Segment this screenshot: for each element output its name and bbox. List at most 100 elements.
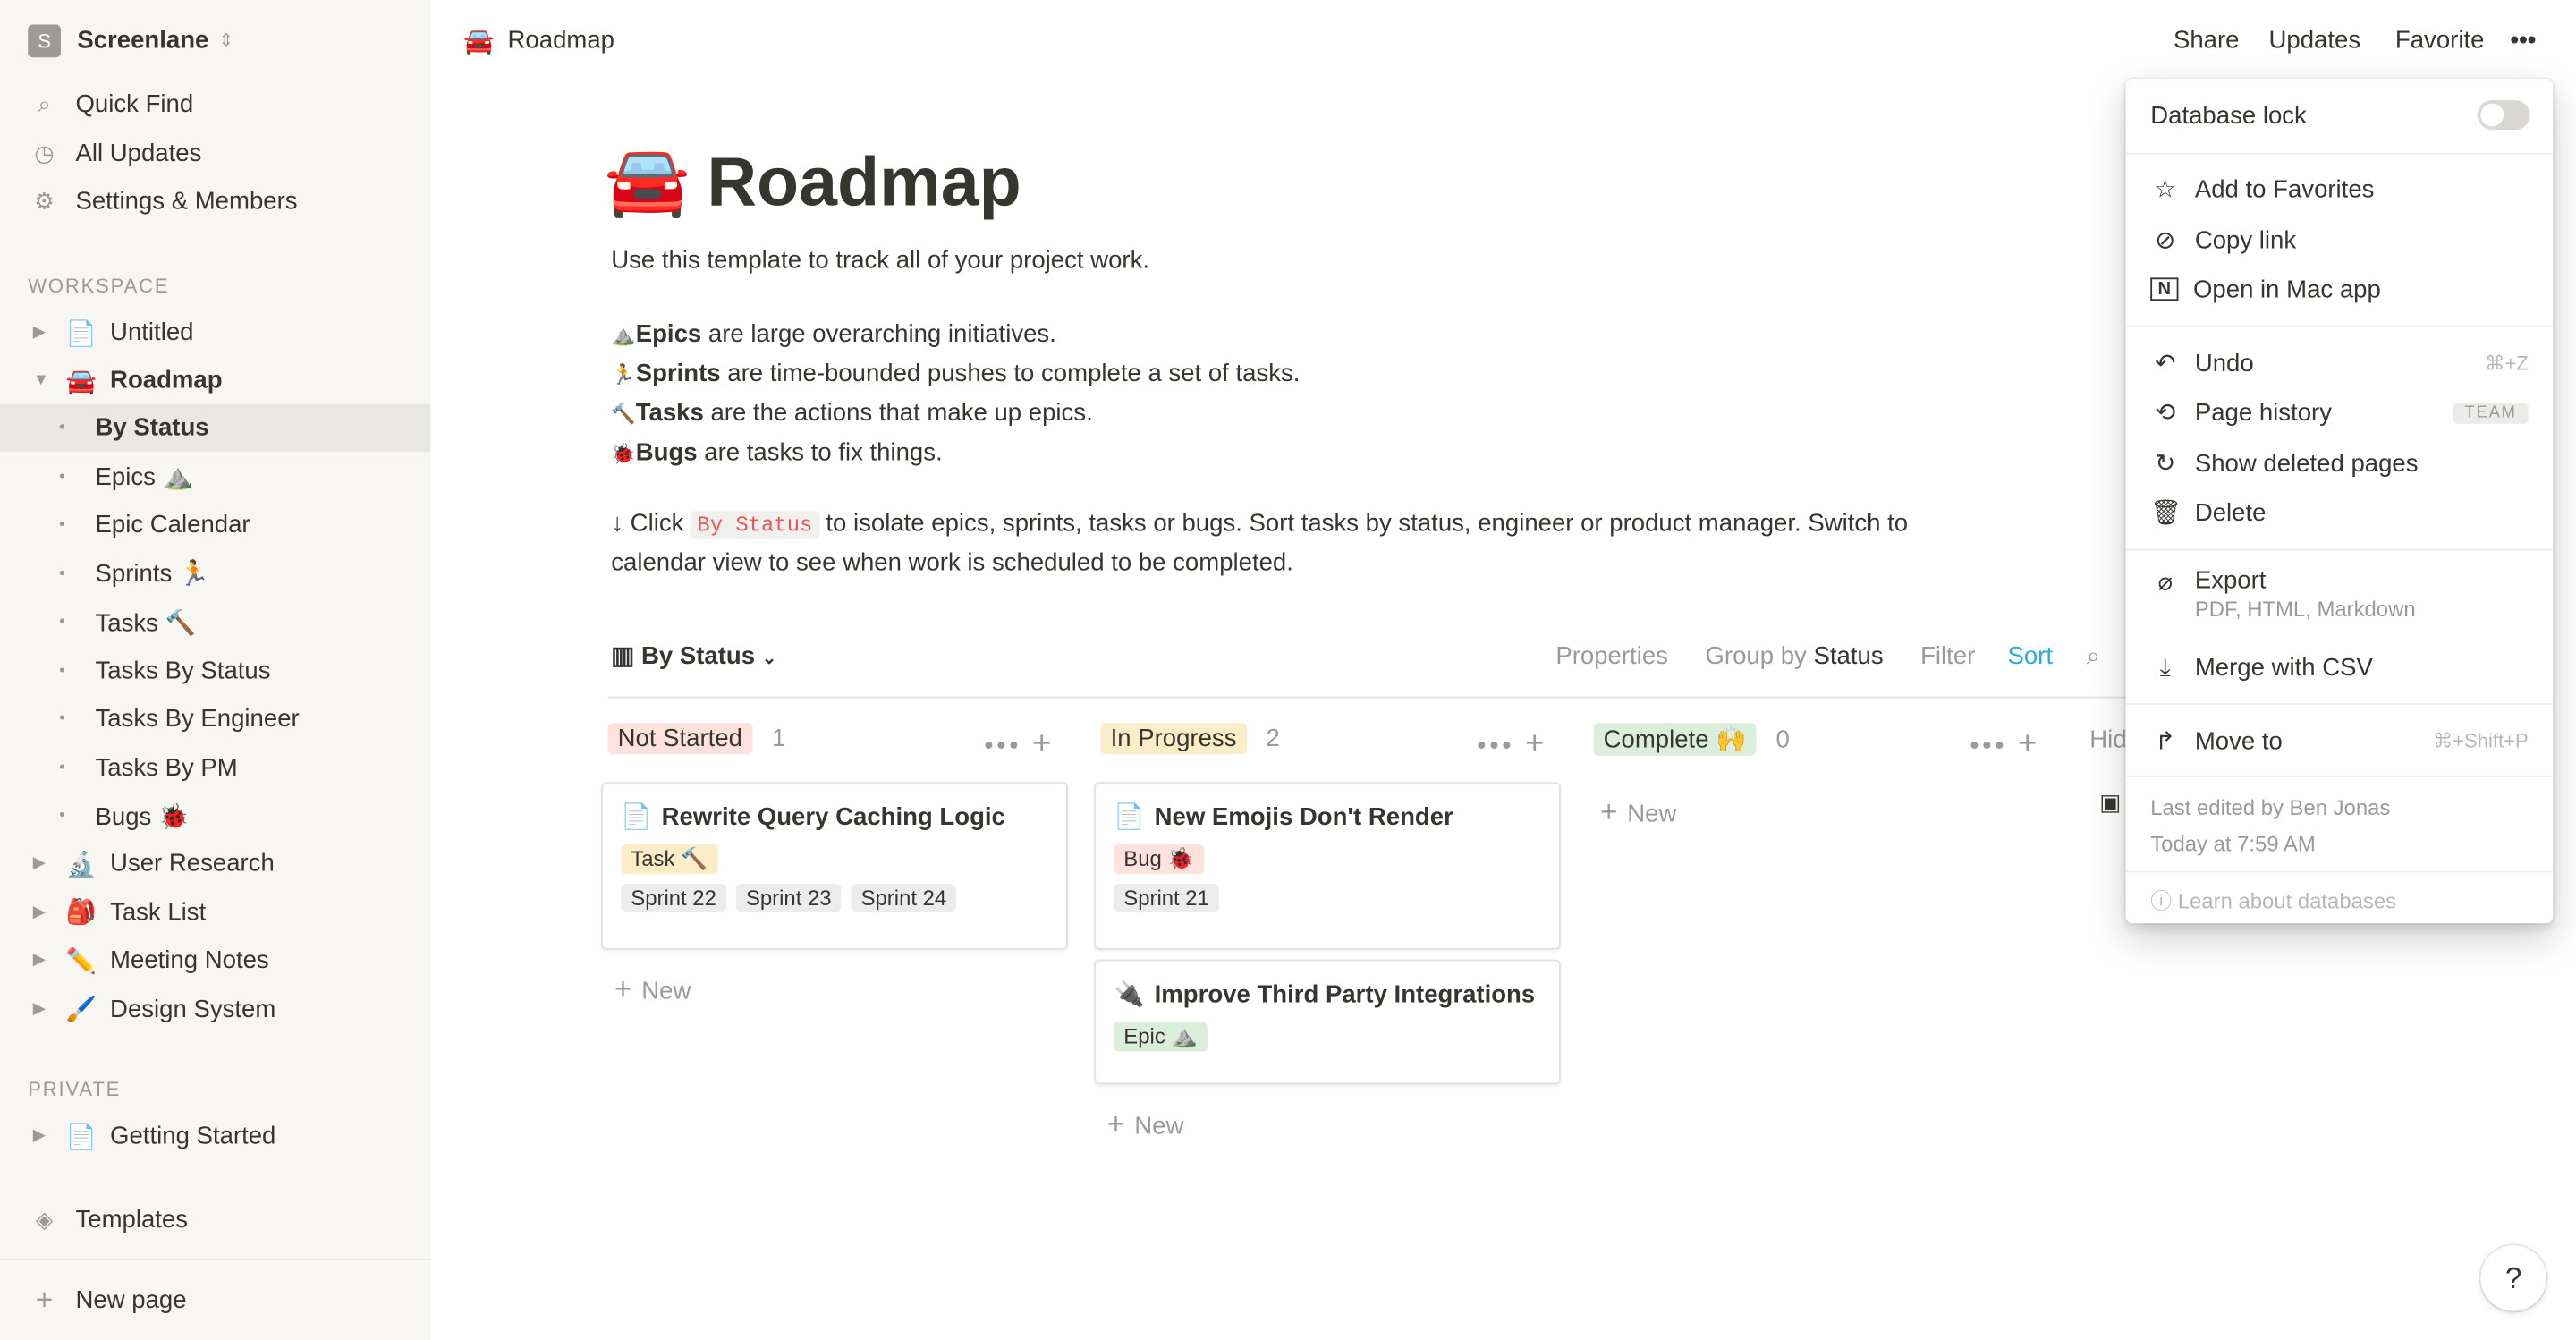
type-tag: Bug 🐞 (1114, 844, 1205, 875)
car-icon: 🚘 (604, 140, 691, 219)
label: New (1627, 800, 1677, 828)
status-tag[interactable]: Not Started (607, 723, 752, 755)
search-icon: ⌕ (38, 90, 51, 117)
menu-add-favorites[interactable]: ☆ Add to Favorites (2150, 169, 2528, 208)
updates-button[interactable]: Updates (2268, 26, 2360, 54)
hidden-columns-label[interactable]: Hid (2089, 726, 2126, 754)
board-column: Not Started 1 ••• + 📄 Rewrite Query Caching … (601, 723, 1075, 1005)
page-title[interactable]: 🚘 Roadmap (605, 141, 1021, 222)
expand-icon[interactable]: ▶ (33, 1127, 56, 1145)
clock-icon: ◷ (34, 140, 55, 166)
sidebar-item-all-updates[interactable]: ◷ All Updates (0, 130, 460, 177)
more-icon[interactable]: ••• (2510, 26, 2536, 54)
board-card[interactable]: 🔌 Improve Third Party Integrations Epic ⛰️ (1094, 959, 1561, 1085)
properties-button[interactable]: Properties (1555, 642, 1668, 670)
last-edited-info: Last edited by Ben Jonas Today at 7:59 AM (2150, 790, 2390, 862)
menu-show-deleted[interactable]: ↻ Show deleted pages (2150, 444, 2528, 483)
expand-icon[interactable]: ▶ (33, 903, 56, 920)
new-page-button[interactable]: + New page (0, 1276, 460, 1324)
menu-undo[interactable]: ↶ Undo ⌘+Z (2150, 343, 2528, 383)
label: Move to (2194, 726, 2283, 755)
sidebar-subpage[interactable]: • Epics ⛰️ (0, 453, 430, 500)
menu-copy-link[interactable]: ⊘ Copy link (2150, 220, 2528, 259)
menu-open-mac[interactable]: N Open in Mac app (2150, 269, 2528, 309)
label: New page (75, 1286, 187, 1315)
filter-button[interactable]: Filter (1920, 642, 1975, 670)
menu-merge-csv[interactable]: ⤓ Merge with CSV (2150, 648, 2528, 687)
expand-icon[interactable]: ▶ (33, 854, 56, 872)
title-text: Roadmap (707, 141, 1021, 220)
topbar: 🚘 Roadmap Share Updates Favorite ••• (430, 0, 2576, 82)
column-count: 1 (772, 724, 786, 753)
breadcrumb[interactable]: Roadmap (508, 26, 614, 54)
label: Database lock (2150, 100, 2307, 130)
plus-icon[interactable]: + (1525, 726, 1547, 762)
new-card-button[interactable]: + New (1107, 1107, 1183, 1142)
favorite-button[interactable]: Favorite (2395, 26, 2485, 54)
workspace-switcher[interactable]: S Screenlane ⇕ (0, 16, 430, 64)
column-actions[interactable]: ••• + (1477, 726, 1547, 764)
database-lock-toggle[interactable] (2477, 100, 2530, 131)
text: Today at 7:59 AM (2150, 831, 2316, 856)
plus-icon[interactable]: + (1032, 726, 1055, 762)
new-card-button[interactable]: + New (1600, 795, 1676, 830)
sidebar-page-untitled[interactable]: ▶ 📄 Untitled (0, 309, 430, 356)
menu-page-history[interactable]: ⟲ Page history TEAM (2150, 393, 2529, 432)
page-icon: 📄 (621, 803, 652, 832)
sidebar-subpage[interactable]: • Sprints 🏃 (0, 549, 430, 597)
bullet-icon: • (59, 806, 65, 826)
status-tag[interactable]: In Progress (1100, 723, 1247, 755)
label: Epics ⛰️ (95, 462, 193, 492)
sidebar-subpage[interactable]: • Tasks 🔨 (0, 598, 430, 646)
search-icon[interactable]: ⌕ (2087, 642, 2100, 670)
more-icon[interactable]: ••• (984, 733, 1021, 760)
definition-line: 🏃Sprints are time-bounded pushes to comp… (611, 355, 1300, 394)
more-icon[interactable]: ••• (1970, 733, 2007, 760)
expand-icon[interactable]: ▶ (33, 324, 56, 342)
more-icon[interactable]: ••• (1477, 733, 1514, 760)
text: are the actions that make up epics. (703, 399, 1093, 428)
inline-code: By Status (691, 511, 819, 539)
sidebar-subpage[interactable]: • Tasks By Status (0, 647, 430, 694)
column-actions[interactable]: ••• + (984, 726, 1055, 764)
gear-icon: ⚙ (34, 187, 55, 214)
sidebar-page[interactable]: ▶ ✏️ Meeting Notes (0, 937, 430, 984)
sidebar-page[interactable]: ▶ 🎒 Task List (0, 888, 430, 936)
sidebar-subpage[interactable]: • Tasks By Engineer (0, 695, 430, 742)
sidebar-page[interactable]: ▶ 🔬 User Research (0, 840, 430, 887)
menu-database-lock[interactable]: Database lock (2150, 96, 2528, 135)
plus-icon[interactable]: + (2018, 726, 2040, 762)
column-actions[interactable]: ••• + (1970, 726, 2040, 764)
sidebar-subpage[interactable]: • Epic Calendar (0, 501, 430, 548)
page-icon: 🖌️ (65, 996, 97, 1024)
board-card[interactable]: 📄 Rewrite Query Caching Logic Task 🔨 Sprint… (601, 782, 1068, 950)
sidebar-page-getting-started[interactable]: ▶ 📄 Getting Started (0, 1112, 430, 1159)
sort-button[interactable]: Sort (2007, 642, 2053, 670)
collapse-icon[interactable]: ▼ (33, 371, 56, 389)
sidebar-item-settings[interactable]: ⚙ Settings & Members (0, 177, 460, 225)
help-button[interactable]: ? (2480, 1245, 2546, 1311)
new-card-button[interactable]: + New (614, 972, 691, 1007)
sidebar-subpage[interactable]: • By Status (0, 403, 431, 453)
learn-databases-link[interactable]: ⓘ Learn about databases (2150, 884, 2396, 915)
menu-export[interactable]: ⌀ Export PDF, HTML, Markdown (2150, 567, 2528, 632)
page-icon: 📄 (1114, 803, 1145, 832)
sidebar-page-roadmap[interactable]: ▼ 🚘 Roadmap (0, 357, 430, 404)
sidebar-templates[interactable]: ◈ Templates (0, 1196, 460, 1243)
status-tag[interactable]: Complete 🙌 (1593, 723, 1757, 756)
view-selector[interactable]: ▥ By Status ⌄ (611, 640, 776, 670)
sidebar-subpage[interactable]: • Bugs 🐞 (0, 792, 430, 839)
sidebar-subpage[interactable]: • Tasks By PM (0, 743, 430, 791)
label: Tasks By Engineer (95, 704, 300, 734)
inbox-icon: ▣ (2099, 788, 2122, 816)
group-by-button[interactable]: Group by Status (1705, 642, 1883, 670)
share-button[interactable]: Share (2174, 26, 2240, 54)
label: User Research (110, 849, 275, 878)
expand-icon[interactable]: ▶ (33, 1000, 56, 1018)
menu-delete[interactable]: 🗑 Delete (2150, 493, 2528, 532)
sidebar-item-quick-find[interactable]: ⌕ Quick Find (0, 81, 460, 128)
board-card[interactable]: 📄 New Emojis Don't Render Bug 🐞 Sprint 21 (1094, 782, 1561, 950)
menu-move-to[interactable]: ↱ Move to ⌘+Shift+P (2150, 721, 2528, 760)
sidebar-page[interactable]: ▶ 🖌️ Design System (0, 985, 430, 1032)
expand-icon[interactable]: ▶ (33, 951, 56, 969)
